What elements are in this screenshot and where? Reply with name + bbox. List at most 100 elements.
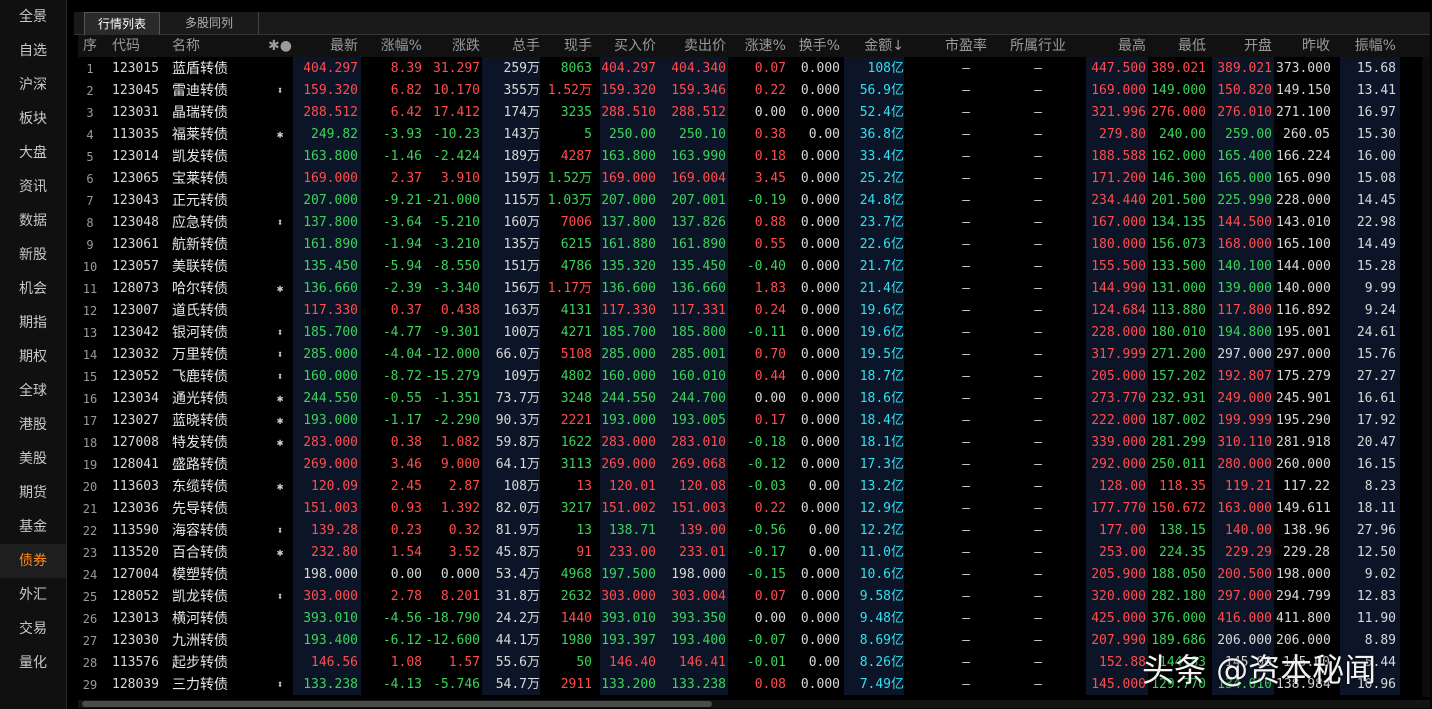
- table-row[interactable]: 9 123061 航新转债 161.890 -1.94 -3.210 135万 6215 161…: [78, 234, 1430, 256]
- table-row[interactable]: 24 127004 模塑转债 198.000 0.00 0.000 53.4万 4968 197…: [78, 564, 1430, 586]
- sidebar-item[interactable]: 全球: [0, 374, 66, 408]
- amount: 17.3亿: [859, 457, 904, 472]
- table-row[interactable]: 18 127008 特发转债 ✱ 283.000 0.38 1.082 59.8万 1622 28…: [78, 432, 1430, 454]
- column-header[interactable]: 换手%: [788, 35, 840, 57]
- sidebar-item[interactable]: 港股: [0, 408, 66, 442]
- bond-code: 123032: [112, 347, 159, 362]
- column-header[interactable]: 涨跌: [424, 35, 480, 57]
- sidebar-item[interactable]: 数据: [0, 204, 66, 238]
- table-row[interactable]: 15 123052 飞鹿转债 ⬍ 160.000 -8.72 -15.279 109万 4802…: [78, 366, 1430, 388]
- sidebar-item[interactable]: 板块: [0, 102, 66, 136]
- column-header[interactable]: 振幅%: [1340, 35, 1396, 57]
- table-row[interactable]: 14 123032 万里转债 ⬍ 285.000 -4.04 -12.000 66.0万 510…: [78, 344, 1430, 366]
- sidebar-item[interactable]: 大盘: [0, 136, 66, 170]
- sidebar-item[interactable]: 外汇: [0, 578, 66, 612]
- low: 187.002: [1151, 413, 1206, 428]
- sidebar-item[interactable]: 自选: [0, 34, 66, 68]
- horizontal-scrollbar[interactable]: [78, 700, 1430, 708]
- table-row[interactable]: 22 113590 海容转债 ⬍ 139.28 0.23 0.32 81.9万 13 138.71…: [78, 520, 1430, 542]
- sidebar-item[interactable]: 沪深: [0, 68, 66, 102]
- column-header[interactable]: 最高: [1084, 35, 1146, 57]
- column-header[interactable]: 序: [78, 35, 102, 57]
- table-row[interactable]: 16 123034 通光转债 ✱ 244.550 -0.55 -1.351 73.7万 3248…: [78, 388, 1430, 410]
- table-row[interactable]: 11 128073 哈尔转债 ✱ 136.660 -2.39 -3.340 156万 1.17万…: [78, 278, 1430, 300]
- table-row[interactable]: 8 123048 应急转债 ⬍ 137.800 -3.64 -5.210 160万 7006 13…: [78, 212, 1430, 234]
- sidebar-item[interactable]: 期货: [0, 476, 66, 510]
- turnover-pct: 0.000: [800, 303, 840, 318]
- sidebar-item[interactable]: 资讯: [0, 170, 66, 204]
- sidebar-item[interactable]: 债券: [0, 544, 66, 578]
- vertical-scrollbar[interactable]: [1422, 57, 1430, 697]
- column-header[interactable]: 所属行业: [1002, 35, 1074, 57]
- table-row[interactable]: 6 123065 宝莱转债 169.000 2.37 3.910 159万 1.52万 169.…: [78, 168, 1430, 190]
- column-header[interactable]: 市盈率: [936, 35, 996, 57]
- table-row[interactable]: 10 123057 美联转债 135.450 -5.94 -8.550 151万 4786 13…: [78, 256, 1430, 278]
- table-row[interactable]: 5 123014 凯发转债 163.800 -1.46 -2.424 189万 4287 163…: [78, 146, 1430, 168]
- sidebar-item[interactable]: 全景: [0, 0, 66, 34]
- open: 168.000: [1217, 237, 1272, 252]
- table-row[interactable]: 21 123036 先导转债 151.003 0.93 1.392 82.0万 3217 151…: [78, 498, 1430, 520]
- column-header[interactable]: 昨收: [1276, 35, 1330, 57]
- table-row[interactable]: 19 128041 盛路转债 269.000 3.46 9.000 64.1万 3113 269…: [78, 454, 1430, 476]
- column-header[interactable]: 代码: [112, 35, 172, 57]
- column-header[interactable]: 最低: [1150, 35, 1206, 57]
- total-volume: 44.1万: [495, 633, 540, 648]
- bond-code: 123034: [112, 391, 159, 406]
- pe-ratio: —: [962, 633, 970, 648]
- column-header[interactable]: 名称: [172, 35, 262, 57]
- column-header[interactable]: 买入价: [596, 35, 656, 57]
- column-header[interactable]: 最新: [298, 35, 358, 57]
- high: 180.000: [1091, 237, 1146, 252]
- row-index: 11: [82, 282, 98, 296]
- pe-ratio: —: [962, 325, 970, 340]
- table-row[interactable]: 20 113603 东缆转债 ✱ 120.09 2.45 2.87 108万 13 120.01 1…: [78, 476, 1430, 498]
- column-header[interactable]: 金额↓: [844, 35, 904, 57]
- table-row[interactable]: 23 113520 百合转债 ✱ 232.80 1.54 3.52 45.8万 91 233.00…: [78, 542, 1430, 564]
- table-row[interactable]: 25 128052 凯龙转债 ⬍ 303.000 2.78 8.201 31.8万 2632 30…: [78, 586, 1430, 608]
- sidebar-item[interactable]: 量化: [0, 646, 66, 680]
- table-row[interactable]: 26 123013 横河转债 393.010 -4.56 -18.790 24.2万 1440…: [78, 608, 1430, 630]
- table-row[interactable]: 1 123015 蓝盾转债 404.297 8.39 31.297 259万 8063 404.…: [78, 58, 1430, 80]
- sidebar-item[interactable]: 美股: [0, 442, 66, 476]
- table-header: 序代码 名称 ✱● 最新 涨幅% 涨跌 总手 现手 买入价 卖出价 涨速% 换手% 金额↓ 市盈率 所属行业…: [78, 35, 1430, 57]
- sidebar-item[interactable]: 期指: [0, 306, 66, 340]
- sidebar-item[interactable]: 交易: [0, 612, 66, 646]
- column-header[interactable]: ✱●: [264, 35, 296, 57]
- row-marker: ⬍: [276, 348, 284, 361]
- sidebar-item[interactable]: 机会: [0, 272, 66, 306]
- table-row[interactable]: 2 123045 雷迪转债 ⬍ 159.320 6.82 10.170 355万 1.52万 15…: [78, 80, 1430, 102]
- change-amount: -10.23: [433, 127, 480, 142]
- table-row[interactable]: 12 123007 道氏转债 117.330 0.37 0.438 163万 4131 117.…: [78, 300, 1430, 322]
- speed-pct: 0.17: [754, 413, 786, 428]
- latest-price: 146.56: [311, 655, 358, 670]
- table-row[interactable]: 4 113035 福莱转债 ✱ 249.82 -3.93 -10.23 143万 5 250.00…: [78, 124, 1430, 146]
- open: 117.800: [1217, 303, 1272, 318]
- pe-ratio: —: [962, 83, 970, 98]
- sidebar-item[interactable]: 新股: [0, 238, 66, 272]
- column-header[interactable]: 现手: [542, 35, 592, 57]
- current-volume: 1.03万: [547, 193, 592, 208]
- tab-quote-list[interactable]: 行情列表: [84, 12, 160, 35]
- tab-multi-stock[interactable]: 多股同列: [160, 12, 259, 34]
- scrollbar-thumb[interactable]: [82, 701, 712, 707]
- open: 144.500: [1217, 215, 1272, 230]
- table-row[interactable]: 7 123043 正元转债 207.000 -9.21 -21.000 115万 1.03万 2…: [78, 190, 1430, 212]
- table-row[interactable]: 13 123042 银河转债 ⬍ 185.700 -4.77 -9.301 100万 4271 1…: [78, 322, 1430, 344]
- amount: 22.6亿: [859, 237, 904, 252]
- open: 225.990: [1217, 193, 1272, 208]
- column-header[interactable]: 开盘: [1210, 35, 1272, 57]
- table-row[interactable]: 3 123031 晶瑞转债 288.512 6.42 17.412 174万 3235 288.…: [78, 102, 1430, 124]
- table-row[interactable]: 17 123027 蓝晓转债 ✱ 193.000 -1.17 -2.290 90.3万 2221…: [78, 410, 1430, 432]
- row-marker: [264, 168, 296, 190]
- change-pct: -4.04: [382, 347, 422, 362]
- column-header[interactable]: 总手: [486, 35, 540, 57]
- high: 339.000: [1091, 435, 1146, 450]
- sidebar-item[interactable]: 期权: [0, 340, 66, 374]
- column-header[interactable]: 卖出价: [662, 35, 726, 57]
- sidebar-item[interactable]: 基金: [0, 510, 66, 544]
- current-volume: 3113: [560, 457, 592, 472]
- column-header[interactable]: 涨速%: [730, 35, 786, 57]
- change-pct: -1.94: [382, 237, 422, 252]
- open: 150.820: [1217, 83, 1272, 98]
- column-header[interactable]: 涨幅%: [364, 35, 422, 57]
